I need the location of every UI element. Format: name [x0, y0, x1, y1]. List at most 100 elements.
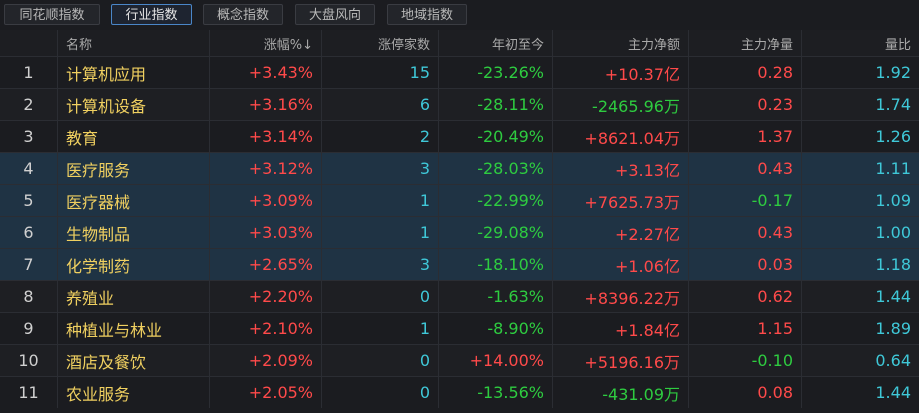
main-net-volume: 0.62: [689, 281, 802, 312]
row-index: 4: [0, 153, 58, 184]
main-net-volume: 0.43: [689, 217, 802, 248]
industry-name: 农业服务: [58, 377, 210, 408]
row-index: 8: [0, 281, 58, 312]
tab-region-index[interactable]: 地域指数: [387, 4, 467, 25]
row-index: 1: [0, 57, 58, 88]
main-net-amount: +8396.22万: [553, 281, 689, 312]
industry-name: 化学制药: [58, 249, 210, 280]
industry-name: 计算机应用: [58, 57, 210, 88]
table-row[interactable]: 1 计算机应用 +3.43% 15 -23.26% +10.37亿 0.28 1.92: [0, 56, 919, 88]
tab-industry-index[interactable]: 行业指数: [111, 4, 192, 25]
ytd-change: -20.49%: [439, 121, 553, 152]
limit-up-count: 1: [322, 185, 439, 216]
main-net-amount: +10.37亿: [553, 57, 689, 88]
ytd-change: -23.26%: [439, 57, 553, 88]
limit-up-count: 0: [322, 281, 439, 312]
tab-ths-index[interactable]: 同花顺指数: [4, 4, 100, 25]
change-pct: +3.43%: [210, 57, 322, 88]
change-pct: +2.65%: [210, 249, 322, 280]
main-net-volume: 0.03: [689, 249, 802, 280]
header-main-net-volume[interactable]: 主力净量: [689, 30, 802, 56]
limit-up-count: 1: [322, 217, 439, 248]
volume-ratio: 0.64: [875, 351, 911, 370]
ytd-change: -22.99%: [439, 185, 553, 216]
industry-name: 医疗服务: [58, 153, 210, 184]
tab-market-trend[interactable]: 大盘风向: [295, 4, 375, 25]
limit-up-count: 15: [322, 57, 439, 88]
tab-concept-index[interactable]: 概念指数: [203, 4, 283, 25]
main-net-amount: +1.06亿: [553, 249, 689, 280]
main-net-volume: 0.08: [689, 377, 802, 408]
main-net-volume: 0.43: [689, 153, 802, 184]
volume-ratio: 1.00: [875, 223, 911, 242]
row-index: 3: [0, 121, 58, 152]
industry-name: 计算机设备: [58, 89, 210, 120]
main-net-volume: 0.28: [689, 57, 802, 88]
row-index: 2: [0, 89, 58, 120]
ytd-change: +14.00%: [439, 345, 553, 376]
table-row[interactable]: 7 化学制药 +2.65% 3 -18.10% +1.06亿 0.03 1.18: [0, 248, 919, 280]
main-net-amount: +2.27亿: [553, 217, 689, 248]
volume-ratio: 1.11: [875, 159, 911, 178]
ytd-change: -18.10%: [439, 249, 553, 280]
change-pct: +2.20%: [210, 281, 322, 312]
table-row[interactable]: 4 医疗服务 +3.12% 3 -28.03% +3.13亿 0.43 1.11: [0, 152, 919, 184]
header-change-pct[interactable]: 涨幅%↓: [210, 30, 322, 56]
industry-name: 医疗器械: [58, 185, 210, 216]
main-net-volume: -0.17: [689, 185, 802, 216]
row-index: 5: [0, 185, 58, 216]
main-net-volume: 0.23: [689, 89, 802, 120]
header-main-net-amount[interactable]: 主力净额: [553, 30, 689, 56]
table-row[interactable]: 8 养殖业 +2.20% 0 -1.63% +8396.22万 0.62 1.44: [0, 280, 919, 312]
ytd-change: -13.56%: [439, 377, 553, 408]
main-net-amount: -2465.96万: [553, 89, 689, 120]
table-row[interactable]: 5 医疗器械 +3.09% 1 -22.99% +7625.73万 -0.17 1.09: [0, 184, 919, 216]
change-pct: +3.16%: [210, 89, 322, 120]
table-row[interactable]: 2 计算机设备 +3.16% 6 -28.11% -2465.96万 0.23 1.74: [0, 88, 919, 120]
volume-ratio: 1.26: [875, 127, 911, 146]
industry-name: 养殖业: [58, 281, 210, 312]
main-net-volume: -0.10: [689, 345, 802, 376]
header-index: [0, 30, 58, 56]
volume-ratio: 1.74: [875, 95, 911, 114]
change-pct: +2.10%: [210, 313, 322, 344]
main-net-volume: 1.15: [689, 313, 802, 344]
ytd-change: -1.63%: [439, 281, 553, 312]
header-limit-up-count[interactable]: 涨停家数: [322, 30, 439, 56]
industry-name: 生物制品: [58, 217, 210, 248]
row-index: 9: [0, 313, 58, 344]
volume-ratio: 1.89: [875, 319, 911, 338]
main-net-amount: +8621.04万: [553, 121, 689, 152]
header-name[interactable]: 名称: [58, 30, 210, 56]
industry-name: 教育: [58, 121, 210, 152]
header-volume-ratio[interactable]: 量比: [802, 30, 919, 56]
table-row[interactable]: 9 种植业与林业 +2.10% 1 -8.90% +1.84亿 1.15 1.89: [0, 312, 919, 344]
change-pct: +3.12%: [210, 153, 322, 184]
row-index: 7: [0, 249, 58, 280]
table-header: 名称 涨幅%↓ 涨停家数 年初至今 主力净额 主力净量 量比: [0, 30, 919, 56]
table-row[interactable]: 11 农业服务 +2.05% 0 -13.56% -431.09万 0.08 1.44: [0, 376, 919, 408]
industry-name: 种植业与林业: [58, 313, 210, 344]
ytd-change: -28.03%: [439, 153, 553, 184]
volume-ratio: 1.44: [875, 287, 911, 306]
volume-ratio: 1.18: [875, 255, 911, 274]
limit-up-count: 0: [322, 377, 439, 408]
index-category-tabbar: 同花顺指数 行业指数 概念指数 大盘风向 地域指数: [0, 0, 919, 30]
volume-ratio: 1.09: [875, 191, 911, 210]
limit-up-count: 6: [322, 89, 439, 120]
table-row[interactable]: 3 教育 +3.14% 2 -20.49% +8621.04万 1.37 1.26: [0, 120, 919, 152]
row-index: 10: [0, 345, 58, 376]
table-row[interactable]: 6 生物制品 +3.03% 1 -29.08% +2.27亿 0.43 1.00: [0, 216, 919, 248]
limit-up-count: 0: [322, 345, 439, 376]
ytd-change: -29.08%: [439, 217, 553, 248]
ytd-change: -8.90%: [439, 313, 553, 344]
main-net-amount: +1.84亿: [553, 313, 689, 344]
row-index: 11: [0, 377, 58, 408]
limit-up-count: 3: [322, 153, 439, 184]
limit-up-count: 3: [322, 249, 439, 280]
change-pct: +3.03%: [210, 217, 322, 248]
header-ytd[interactable]: 年初至今: [439, 30, 553, 56]
table-row[interactable]: 10 酒店及餐饮 +2.09% 0 +14.00% +5196.16万 -0.10 0.64: [0, 344, 919, 376]
industry-name: 酒店及餐饮: [58, 345, 210, 376]
change-pct: +2.05%: [210, 377, 322, 408]
